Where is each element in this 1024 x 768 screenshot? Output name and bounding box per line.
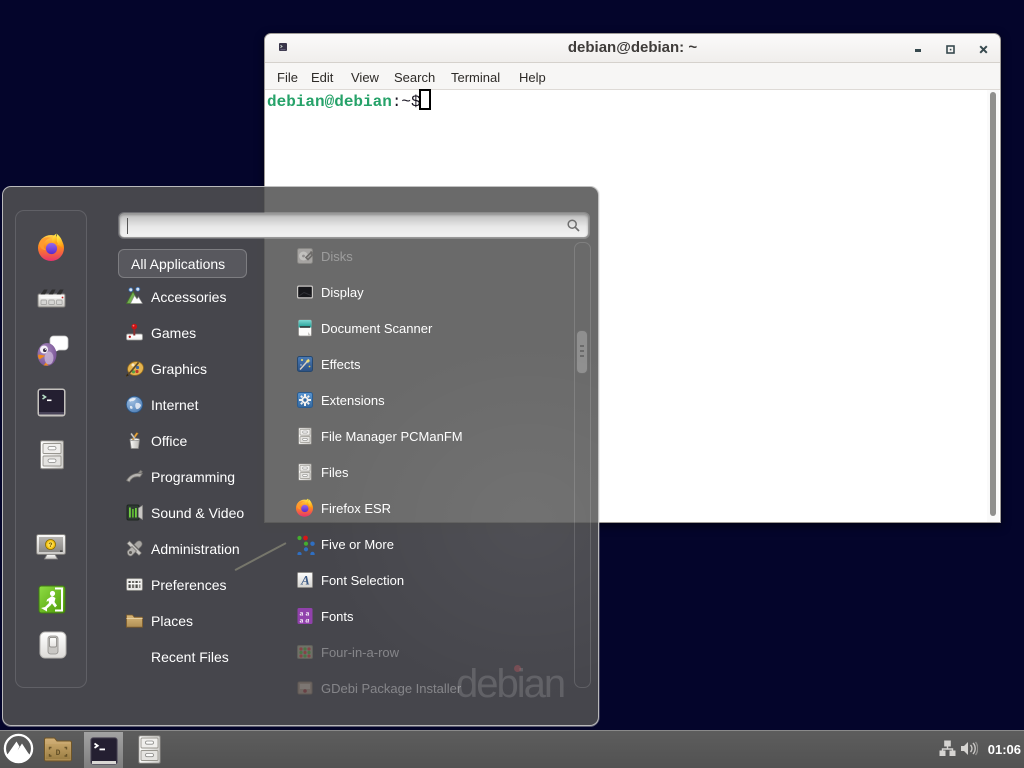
svg-text:?: ?	[49, 542, 53, 549]
svg-text:D: D	[56, 749, 61, 758]
svg-text:A: A	[300, 573, 310, 588]
svg-text:a: a	[300, 616, 304, 625]
svg-text:a: a	[306, 616, 310, 625]
